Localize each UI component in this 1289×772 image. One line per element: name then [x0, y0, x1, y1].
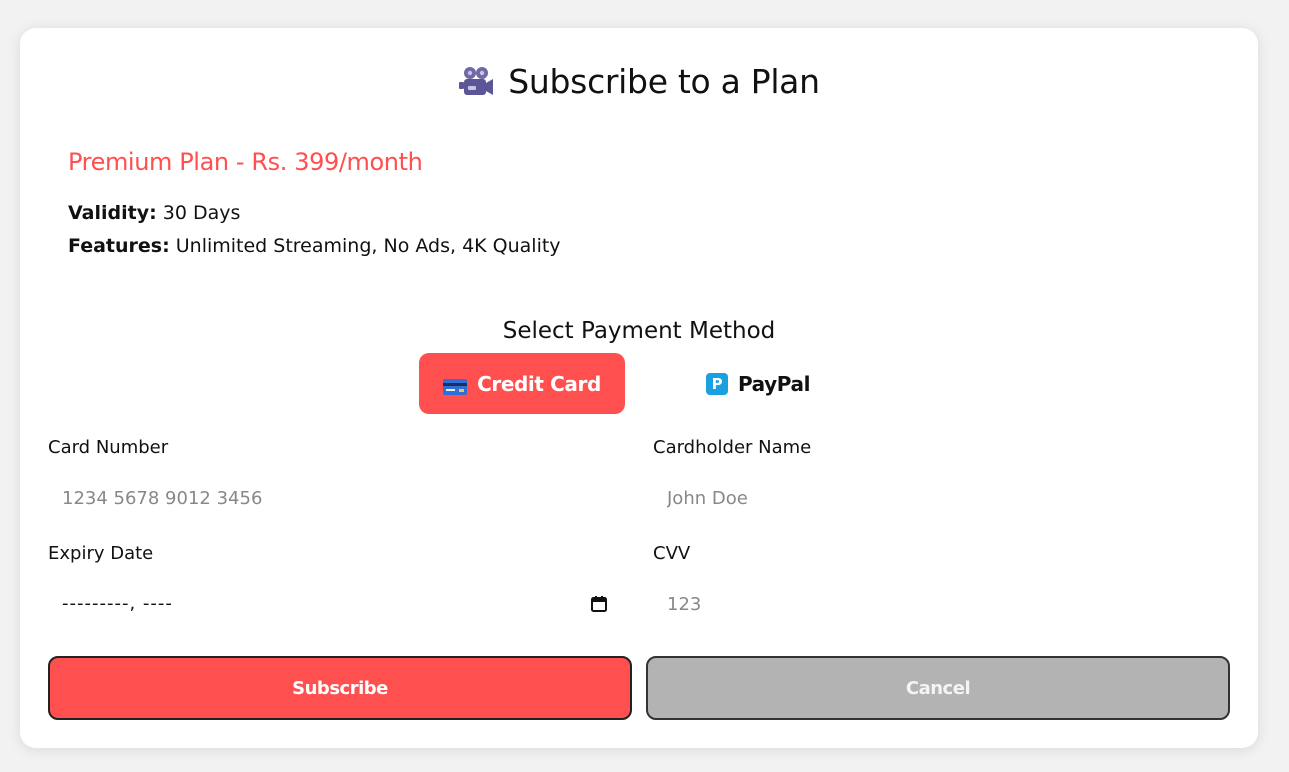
subscribe-card: Subscribe to a Plan Premium Plan - Rs. 3…: [20, 28, 1258, 748]
movie-camera-icon: [458, 65, 494, 99]
expiry-date-input[interactable]: ---------, ----: [48, 579, 625, 629]
payment-method-title: Select Payment Method: [502, 318, 776, 344]
expiry-date-label: Expiry Date: [48, 543, 154, 564]
credit-card-option[interactable]: Credit Card: [419, 353, 625, 414]
page-title: Subscribe to a Plan: [508, 62, 820, 101]
plan-validity: Validity: 30 Days: [68, 202, 240, 224]
paypal-icon: P: [705, 372, 728, 395]
expiry-date-value: ---------, ----: [62, 593, 173, 614]
cancel-button[interactable]: Cancel: [646, 656, 1230, 720]
validity-label: Validity:: [68, 202, 157, 224]
plan-features: Features: Unlimited Streaming, No Ads, 4…: [68, 235, 561, 257]
paypal-label: PayPal: [737, 371, 811, 396]
cvv-label: CVV: [653, 543, 691, 564]
validity-value: 30 Days: [162, 202, 241, 224]
credit-card-icon: [443, 376, 468, 395]
credit-card-label: Credit Card: [477, 371, 601, 396]
calendar-icon[interactable]: [590, 595, 608, 613]
features-value: Unlimited Streaming, No Ads, 4K Quality: [175, 235, 561, 257]
card-number-label: Card Number: [48, 437, 169, 458]
plan-name: Premium Plan - Rs. 399/month: [68, 148, 423, 176]
cvv-input[interactable]: [653, 579, 1230, 629]
features-label: Features:: [68, 235, 170, 257]
subscribe-button[interactable]: Subscribe: [48, 656, 632, 720]
cardholder-name-input[interactable]: [653, 473, 1230, 523]
paypal-option[interactable]: P PayPal: [688, 353, 828, 414]
cardholder-name-label: Cardholder Name: [653, 437, 812, 458]
card-number-input[interactable]: [48, 473, 625, 523]
page-header: Subscribe to a Plan: [20, 62, 1258, 101]
